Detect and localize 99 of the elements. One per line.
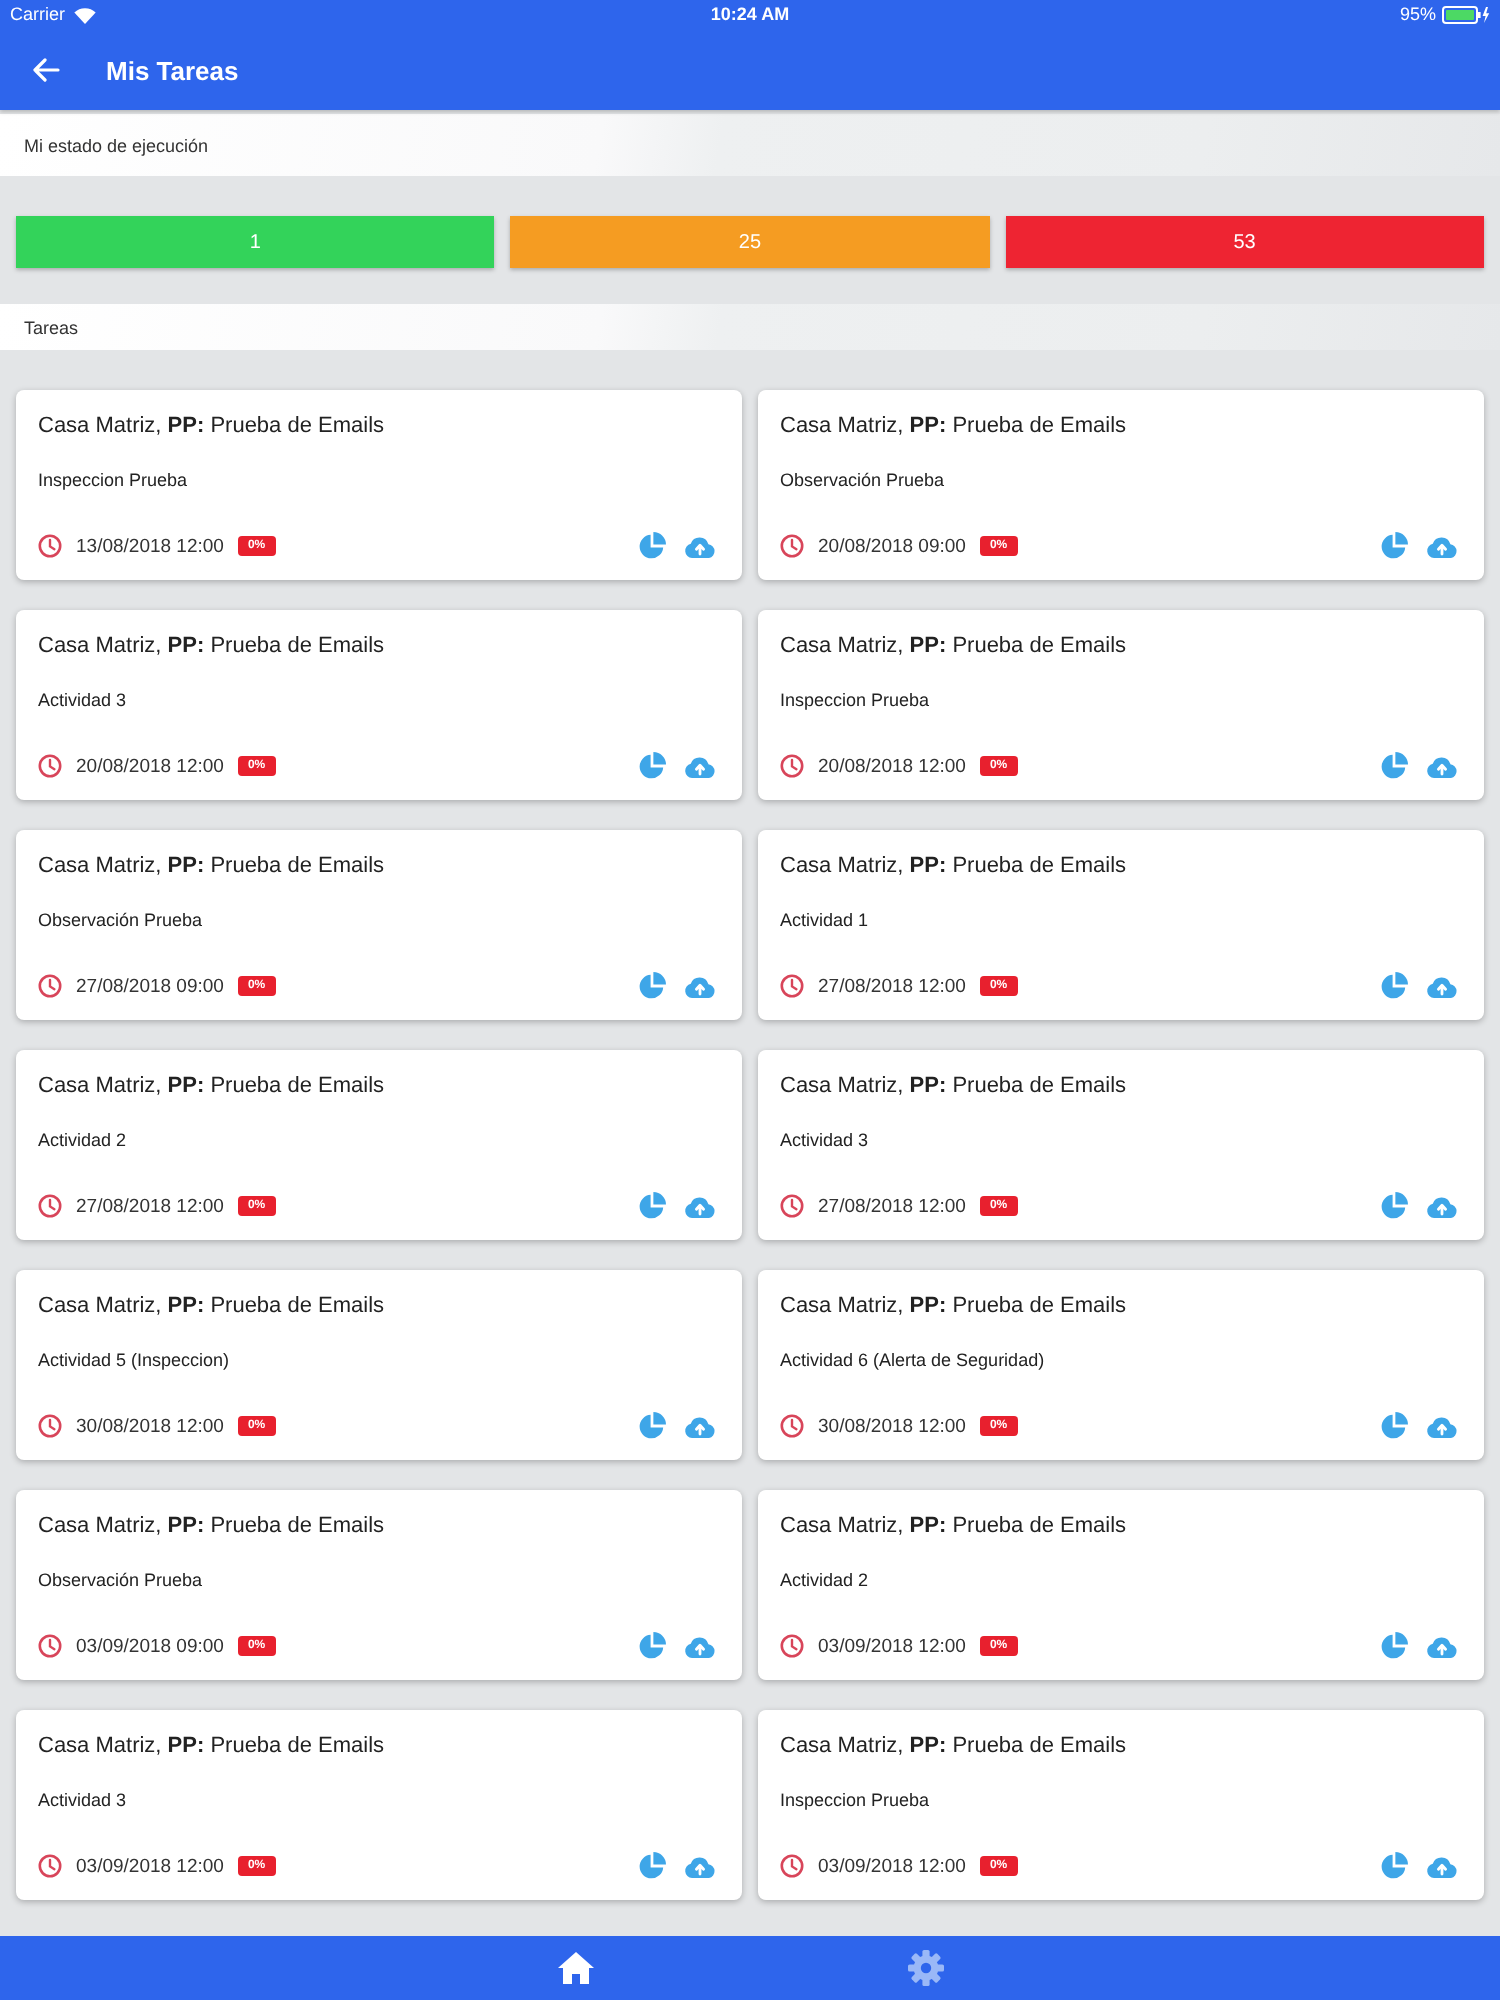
clock-icon [38, 1194, 62, 1218]
pie-chart-icon[interactable] [638, 532, 666, 560]
task-title: Casa Matriz, PP: Prueba de Emails [780, 852, 1127, 880]
task-title: Casa Matriz, PP: Prueba de Emails [780, 1732, 1127, 1760]
activity-name: Inspeccion Prueba [780, 688, 930, 712]
clock-icon [38, 1634, 62, 1658]
due-date-text: 03/09/2018 12:00 [76, 1855, 224, 1877]
clock-icon [780, 1854, 804, 1878]
due-date-text: 13/08/2018 12:00 [76, 535, 224, 557]
pie-chart-icon[interactable] [638, 972, 666, 1000]
clock-icon [38, 534, 62, 558]
cloud-upload-icon[interactable] [1426, 1635, 1458, 1657]
pie-chart-icon[interactable] [1380, 1412, 1408, 1440]
wifi-icon [73, 7, 96, 23]
task-title: Casa Matriz, PP: Prueba de Emails [780, 1072, 1127, 1100]
due-date-text: 20/08/2018 09:00 [818, 535, 966, 557]
activity-name: Inspeccion Prueba [38, 468, 188, 492]
back-arrow-icon [32, 58, 60, 82]
activity-name: Actividad 3 [38, 688, 127, 712]
status-count-bar[interactable]: 53 [1005, 216, 1484, 268]
pie-chart-icon[interactable] [1380, 1852, 1408, 1880]
due-date-text: 03/09/2018 12:00 [818, 1855, 966, 1877]
due-date-text: 27/08/2018 09:00 [76, 975, 224, 997]
due-date-text: 20/08/2018 12:00 [818, 755, 966, 777]
cloud-upload-icon[interactable] [684, 1635, 716, 1657]
carrier-text: Carrier [10, 4, 66, 26]
clock-icon [38, 974, 62, 998]
activity-name: Actividad 3 [780, 1128, 869, 1152]
cloud-upload-icon[interactable] [1426, 1195, 1458, 1217]
battery-percent-text: 95% [1399, 4, 1436, 26]
section-header: Tareas [0, 304, 1500, 350]
clock-icon [780, 534, 804, 558]
activity-name: Observación Prueba [780, 468, 945, 492]
cloud-upload-icon[interactable] [684, 1415, 716, 1437]
activity-name: Actividad 2 [38, 1128, 127, 1152]
due-date-text: 30/08/2018 12:00 [76, 1415, 224, 1437]
home-tab[interactable] [557, 1952, 593, 1984]
task-title: Casa Matriz, PP: Prueba de Emails [780, 1292, 1127, 1320]
clock-icon [780, 1634, 804, 1658]
due-date-text: 03/09/2018 09:00 [76, 1635, 224, 1657]
clock-icon [38, 1414, 62, 1438]
activity-name: Inspeccion Prueba [780, 1788, 930, 1812]
due-date-text: 30/08/2018 12:00 [818, 1415, 966, 1437]
task-title: Casa Matriz, PP: Prueba de Emails [38, 1512, 385, 1540]
pie-chart-icon[interactable] [638, 1632, 666, 1660]
task-title: Casa Matriz, PP: Prueba de Emails [38, 1732, 385, 1760]
pie-chart-icon[interactable] [1380, 1192, 1408, 1220]
section-header: Mi estado de ejecución [0, 114, 1500, 176]
task-title: Casa Matriz, PP: Prueba de Emails [38, 632, 385, 660]
pie-chart-icon[interactable] [1380, 972, 1408, 1000]
clock-time-text: 10:24 AM [710, 4, 790, 26]
cloud-upload-icon[interactable] [684, 1195, 716, 1217]
cloud-upload-icon[interactable] [1426, 535, 1458, 557]
clock-icon [38, 1854, 62, 1878]
cloud-upload-icon[interactable] [684, 975, 716, 997]
due-date-text: 20/08/2018 12:00 [76, 755, 224, 777]
cloud-upload-icon[interactable] [1426, 975, 1458, 997]
due-date-text: 27/08/2018 12:00 [76, 1195, 224, 1217]
pie-chart-icon[interactable] [638, 1852, 666, 1880]
activity-name: Actividad 1 [780, 908, 869, 932]
task-title: Casa Matriz, PP: Prueba de Emails [38, 1072, 385, 1100]
activity-name: Observación Prueba [38, 1568, 203, 1592]
task-title: Casa Matriz, PP: Prueba de Emails [38, 852, 385, 880]
task-title: Casa Matriz, PP: Prueba de Emails [780, 1512, 1127, 1540]
activity-name: Actividad 3 [38, 1788, 127, 1812]
pie-chart-icon[interactable] [1380, 752, 1408, 780]
task-title: Casa Matriz, PP: Prueba de Emails [780, 412, 1127, 440]
home-icon [557, 1952, 593, 1984]
cloud-upload-icon[interactable] [1426, 1415, 1458, 1437]
due-date-text: 27/08/2018 12:00 [818, 1195, 966, 1217]
pie-chart-icon[interactable] [638, 1192, 666, 1220]
back-button[interactable] [32, 58, 60, 82]
clock-icon [38, 754, 62, 778]
task-title: Casa Matriz, PP: Prueba de Emails [780, 632, 1127, 660]
pie-chart-icon[interactable] [638, 1412, 666, 1440]
clock-icon [780, 974, 804, 998]
cloud-upload-icon[interactable] [1426, 755, 1458, 777]
task-title: Casa Matriz, PP: Prueba de Emails [38, 412, 385, 440]
clock-icon [780, 1414, 804, 1438]
due-date-text: 27/08/2018 12:00 [818, 975, 966, 997]
battery-icon [1442, 6, 1490, 24]
clock-icon [780, 1194, 804, 1218]
cloud-upload-icon[interactable] [684, 755, 716, 777]
settings-tab[interactable] [907, 1950, 943, 1986]
pie-chart-icon[interactable] [1380, 1632, 1408, 1660]
pie-chart-icon[interactable] [1380, 532, 1408, 560]
pie-chart-icon[interactable] [638, 752, 666, 780]
clock-icon [780, 754, 804, 778]
cloud-upload-icon[interactable] [684, 1855, 716, 1877]
activity-name: Actividad 5 (Inspeccion) [38, 1348, 230, 1372]
page-title: Mis Tareas [106, 55, 239, 85]
cloud-upload-icon[interactable] [684, 535, 716, 557]
activity-name: Actividad 2 [780, 1568, 869, 1592]
cloud-upload-icon[interactable] [1426, 1855, 1458, 1877]
due-date-text: 03/09/2018 12:00 [818, 1635, 966, 1657]
settings-icon [907, 1950, 943, 1986]
activity-name: Observación Prueba [38, 908, 203, 932]
activity-name: Actividad 6 (Alerta de Seguridad) [780, 1348, 1045, 1372]
task-title: Casa Matriz, PP: Prueba de Emails [38, 1292, 385, 1320]
